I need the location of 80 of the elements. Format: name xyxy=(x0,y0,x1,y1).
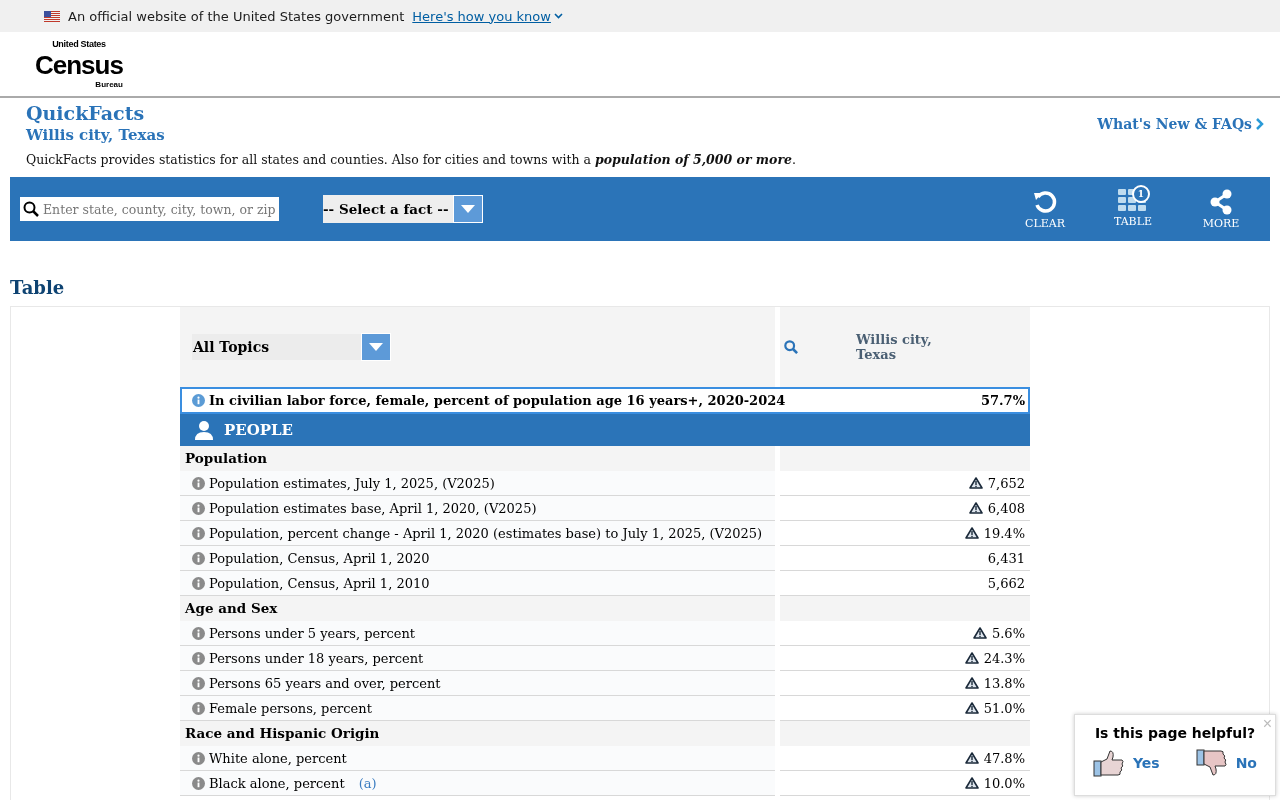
caret-icon xyxy=(369,343,383,351)
info-icon[interactable] xyxy=(192,751,205,765)
warning-icon[interactable] xyxy=(964,677,979,689)
fact-value: 47.8% xyxy=(983,750,1025,766)
thumbs-down-icon xyxy=(1195,749,1228,777)
group-heading: Race and Hispanic Origin xyxy=(180,721,775,746)
reset-icon xyxy=(1032,188,1058,215)
warning-icon[interactable] xyxy=(968,502,983,514)
clear-button[interactable]: CLEAR xyxy=(1016,188,1074,230)
no-button[interactable]: No xyxy=(1195,749,1257,777)
info-icon[interactable] xyxy=(192,651,205,665)
fact-value: 57.7% xyxy=(981,393,1025,408)
warning-icon[interactable] xyxy=(968,477,983,489)
place-subtitle: Willis city, Texas xyxy=(26,126,165,144)
fact-value: 5,662 xyxy=(987,575,1025,591)
fact-label: Population, percent change - April 1, 2020 (estimates base) to July 1, 2025, (V2025) xyxy=(209,525,763,541)
fact-value: 19.4% xyxy=(983,525,1025,541)
caret-icon xyxy=(461,205,475,213)
info-icon[interactable] xyxy=(192,394,205,407)
fact-label: Female persons, percent xyxy=(209,700,372,716)
info-icon[interactable] xyxy=(192,526,205,540)
share-icon xyxy=(1209,188,1233,215)
fact-value: 5.6% xyxy=(991,625,1025,641)
fact-label: Black alone, percent xyxy=(209,775,345,791)
info-icon[interactable] xyxy=(192,501,205,515)
fact-label: Persons 65 years and over, percent xyxy=(209,675,441,691)
count-badge: 1 xyxy=(1132,184,1150,203)
fact-label: Population, Census, April 1, 2010 xyxy=(209,575,430,591)
fact-value: 24.3% xyxy=(983,650,1025,666)
fact-label: Population estimates base, April 1, 2020, (V2025) xyxy=(209,500,537,516)
person-icon xyxy=(194,420,214,440)
how-you-know-link[interactable]: Here's how you know xyxy=(412,8,563,24)
warning-icon[interactable] xyxy=(964,702,979,714)
warning-icon[interactable] xyxy=(964,752,979,764)
fact-value: 6,408 xyxy=(987,500,1025,516)
feedback-question: Is this page helpful? xyxy=(1093,725,1257,741)
fact-value: 6,431 xyxy=(987,550,1025,566)
category-title: PEOPLE xyxy=(224,421,294,439)
fact-label: White alone, percent xyxy=(209,750,347,766)
banner-text: An official website of the United States government xyxy=(68,8,405,24)
fact-value: 51.0% xyxy=(983,700,1025,716)
fact-label: Population estimates, July 1, 2025, (V2025) xyxy=(209,475,495,491)
fact-label: Persons under 5 years, percent xyxy=(209,625,415,641)
info-icon[interactable] xyxy=(192,701,205,715)
fact-value: 13.8% xyxy=(983,675,1025,691)
search-field[interactable]: Enter state, county, city, town, or zip xyxy=(20,197,279,221)
whats-new-link[interactable]: What's New & FAQs xyxy=(1097,104,1264,144)
fact-label: Persons under 18 years, percent xyxy=(209,650,424,666)
intro-text: QuickFacts provides statistics for all states and counties. Also for cities and towns with a population of 5,000 or more. xyxy=(25,151,797,169)
warning-icon[interactable] xyxy=(964,777,979,789)
yes-button[interactable]: Yes xyxy=(1093,749,1160,777)
warning-icon[interactable] xyxy=(972,627,987,639)
chevron-right-icon xyxy=(1256,118,1264,130)
flag-icon xyxy=(44,10,60,22)
info-icon[interactable] xyxy=(192,776,205,790)
fact-select[interactable]: -- Select a fact -- xyxy=(323,195,483,223)
column-heading: Willis city, Texas xyxy=(856,332,933,362)
fact-label: Population, Census, April 1, 2020 xyxy=(209,550,430,566)
info-icon[interactable] xyxy=(192,626,205,640)
info-icon[interactable] xyxy=(192,576,205,590)
info-icon[interactable] xyxy=(192,676,205,690)
info-icon[interactable] xyxy=(192,551,205,565)
fact-value: 10.0% xyxy=(983,775,1025,791)
thumbs-up-icon xyxy=(1093,749,1125,777)
section-title: Table xyxy=(9,276,66,300)
chevron-down-icon xyxy=(553,13,563,19)
search-icon[interactable] xyxy=(784,340,798,354)
search-icon xyxy=(23,201,39,217)
footnote-link[interactable]: (a) xyxy=(358,775,377,791)
fact-value: 7,652 xyxy=(987,475,1025,491)
group-heading: Age and Sex xyxy=(180,596,775,621)
warning-icon[interactable] xyxy=(964,527,979,539)
page-title: QuickFacts xyxy=(26,102,146,124)
census-logo[interactable]: United States Census Bureau xyxy=(30,37,128,91)
warning-icon[interactable] xyxy=(964,652,979,664)
group-heading: Population xyxy=(180,446,775,471)
more-button[interactable]: MORE xyxy=(1192,188,1250,230)
topic-select[interactable]: All Topics xyxy=(192,334,391,360)
info-icon[interactable] xyxy=(192,476,205,490)
fact-label: In civilian labor force, female, percent of population age 16 years+, 2020-2024 xyxy=(209,393,786,408)
